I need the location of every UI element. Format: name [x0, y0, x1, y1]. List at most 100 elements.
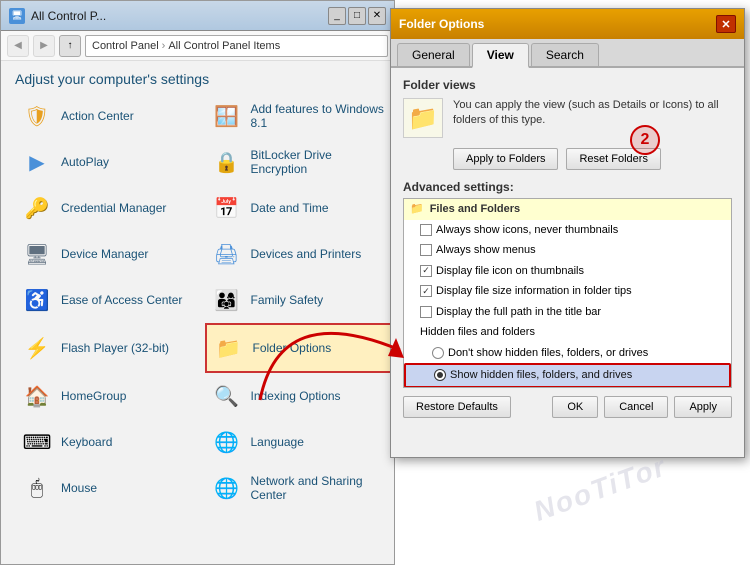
add-features-label: Add features to Windows 8.1: [251, 102, 389, 131]
cp-item-ease[interactable]: ♿ Ease of Access Center: [15, 277, 205, 323]
radio-show-hidden[interactable]: [434, 369, 446, 381]
folder-icon: 📁: [213, 332, 245, 364]
cp-item-language[interactable]: 🌐 Language: [205, 419, 395, 465]
radio-dont-show[interactable]: [432, 347, 444, 359]
date-label: Date and Time: [251, 201, 329, 215]
breadcrumb: Control Panel › All Control Panel Items: [85, 35, 388, 57]
cp-item-network[interactable]: 🌐 Network and Sharing Center: [205, 465, 395, 511]
network-icon: 🌐: [211, 472, 243, 504]
autoplay-icon: ▶: [21, 146, 53, 178]
tree-display-icon[interactable]: Display file icon on thumbnails: [404, 261, 731, 282]
up-button[interactable]: ↑: [59, 35, 81, 57]
folder-options-dialog: Folder Options ✕ General View Search Fol…: [390, 8, 745, 458]
cp-items-grid: 🛡 Action Center 🪟 Add features to Window…: [15, 93, 394, 511]
cp-item-mouse[interactable]: 🖱 Mouse: [15, 465, 205, 511]
tab-general[interactable]: General: [397, 43, 470, 66]
cp-window-controls[interactable]: _ □ ✕: [328, 7, 386, 25]
checkbox-display-icon[interactable]: [420, 265, 432, 277]
ease-icon: ♿: [21, 284, 53, 316]
minimize-button[interactable]: _: [328, 7, 346, 25]
cp-item-action-center[interactable]: 🛡 Action Center: [15, 93, 205, 139]
fo-close-button[interactable]: ✕: [716, 15, 736, 33]
cp-title: All Control P...: [31, 9, 328, 23]
network-label: Network and Sharing Center: [251, 474, 389, 503]
cp-item-keyboard[interactable]: ⌨ Keyboard: [15, 419, 205, 465]
action-center-label: Action Center: [61, 109, 134, 123]
annotation-number-2: 2: [630, 125, 660, 155]
tree-display-size[interactable]: Display file size information in folder …: [404, 281, 731, 302]
close-button[interactable]: ✕: [368, 7, 386, 25]
cp-item-indexing[interactable]: 🔍 Indexing Options: [205, 373, 395, 419]
cp-item-autoplay[interactable]: ▶ AutoPlay: [15, 139, 205, 185]
tree-display-path[interactable]: Display the full path in the title bar: [404, 302, 731, 323]
fo-titlebar: Folder Options ✕: [391, 9, 744, 39]
fo-body: Folder views 📁 You can apply the view (s…: [391, 68, 744, 428]
flash-icon: ⚡: [21, 332, 53, 364]
flash-label: Flash Player (32-bit): [61, 341, 169, 355]
devices-icon: 🖨: [211, 238, 243, 270]
folder-views-label: Folder views: [403, 78, 732, 92]
checkbox-always-icons[interactable]: [420, 224, 432, 236]
mouse-label: Mouse: [61, 481, 97, 495]
cp-item-homegroup[interactable]: 🏠 HomeGroup: [15, 373, 205, 419]
checkbox-always-menus[interactable]: [420, 244, 432, 256]
homegroup-label: HomeGroup: [61, 389, 126, 403]
fo-tabs: General View Search: [391, 39, 744, 68]
cp-item-folder[interactable]: 📁 Folder Options: [205, 323, 395, 373]
family-label: Family Safety: [251, 293, 324, 307]
homegroup-icon: 🏠: [21, 380, 53, 412]
maximize-button[interactable]: □: [348, 7, 366, 25]
cancel-button[interactable]: Cancel: [604, 396, 668, 418]
tree-show-hidden[interactable]: Show hidden files, folders, and drives: [404, 363, 731, 388]
cp-item-family[interactable]: 👨‍👩‍👧 Family Safety: [205, 277, 395, 323]
checkbox-display-path[interactable]: [420, 306, 432, 318]
tree-always-icons[interactable]: Always show icons, never thumbnails: [404, 220, 731, 241]
folder-label: Folder Options: [253, 341, 332, 355]
ok-button[interactable]: OK: [552, 396, 598, 418]
bitlocker-icon: 🔒: [211, 146, 243, 178]
add-features-icon: 🪟: [211, 100, 243, 132]
hidden-files-parent: Hidden files and folders: [404, 322, 731, 343]
tree-always-menus[interactable]: Always show menus: [404, 240, 731, 261]
breadcrumb-cp[interactable]: Control Panel: [92, 40, 159, 52]
files-and-folders-parent: 📁 Files and Folders: [404, 199, 731, 220]
apply-to-folders-button[interactable]: Apply to Folders: [453, 148, 558, 170]
cp-titlebar: 🖥 All Control P... _ □ ✕: [1, 1, 394, 31]
restore-defaults-button[interactable]: Restore Defaults: [403, 396, 511, 418]
cp-content: 🛡 Action Center 🪟 Add features to Window…: [1, 93, 394, 568]
forward-button[interactable]: ▶: [33, 35, 55, 57]
fo-treelist[interactable]: 📁 Files and Folders Always show icons, n…: [403, 198, 732, 388]
autoplay-label: AutoPlay: [61, 155, 109, 169]
mouse-icon: 🖱: [21, 472, 53, 504]
cp-item-flash[interactable]: ⚡ Flash Player (32-bit): [15, 323, 205, 373]
folder-icon-preview: 📁: [403, 98, 443, 138]
cp-item-add-features[interactable]: 🪟 Add features to Windows 8.1: [205, 93, 395, 139]
fo-action-buttons: OK Cancel Apply: [552, 396, 732, 418]
tab-view[interactable]: View: [472, 43, 529, 68]
tree-dont-show[interactable]: Don't show hidden files, folders, or dri…: [404, 343, 731, 364]
devices-label: Devices and Printers: [251, 247, 362, 261]
cp-item-date[interactable]: 📅 Date and Time: [205, 185, 395, 231]
cp-window-icon: 🖥: [9, 8, 25, 24]
apply-button[interactable]: Apply: [674, 396, 732, 418]
cp-item-devices[interactable]: 🖨 Devices and Printers: [205, 231, 395, 277]
control-panel-window: 🖥 All Control P... _ □ ✕ ◀ ▶ ↑ Control P…: [0, 0, 395, 565]
credential-label: Credential Manager: [61, 201, 166, 215]
folder-views-section: 📁 You can apply the view (such as Detail…: [403, 98, 732, 138]
keyboard-label: Keyboard: [61, 435, 112, 449]
tab-search[interactable]: Search: [531, 43, 599, 66]
checkbox-display-size[interactable]: [420, 285, 432, 297]
fo-title: Folder Options: [399, 17, 716, 31]
breadcrumb-all[interactable]: All Control Panel Items: [168, 40, 280, 52]
indexing-icon: 🔍: [211, 380, 243, 412]
cp-navbar: ◀ ▶ ↑ Control Panel › All Control Panel …: [1, 31, 394, 61]
family-icon: 👨‍👩‍👧: [211, 284, 243, 316]
folder-views-desc: You can apply the view (such as Details …: [453, 98, 732, 129]
back-button[interactable]: ◀: [7, 35, 29, 57]
cp-item-bitlocker[interactable]: 🔒 BitLocker Drive Encryption: [205, 139, 395, 185]
fo-bottom-buttons: Restore Defaults OK Cancel Apply: [403, 396, 732, 418]
tree-hide-empty[interactable]: Hide empty drives: [404, 388, 731, 389]
cp-item-credential[interactable]: 🔑 Credential Manager: [15, 185, 205, 231]
cp-item-device[interactable]: 🖥 Device Manager: [15, 231, 205, 277]
bitlocker-label: BitLocker Drive Encryption: [251, 148, 389, 177]
